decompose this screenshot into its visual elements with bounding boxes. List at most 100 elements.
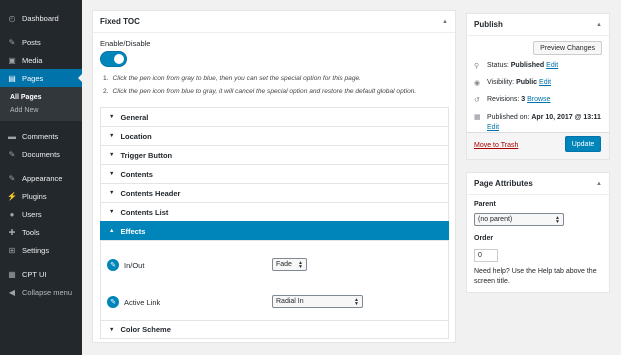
parent-label: Parent [474, 201, 496, 208]
section-title: General [120, 112, 149, 122]
attributes-header[interactable]: Page Attributes ▲ [467, 173, 609, 195]
status-row: ⚲ Status: Published Edit [474, 62, 558, 70]
revisions-label: Revisions: [487, 96, 520, 103]
sidebar-item-appearance[interactable]: ✎ Appearance [0, 169, 82, 187]
section-contents-header[interactable]: ▼ Contents Header [100, 183, 449, 202]
sidebar-item-pages[interactable]: ▤ Pages [0, 69, 82, 87]
section-general[interactable]: ▼ General [100, 107, 449, 126]
section-location[interactable]: ▼ Location [100, 126, 449, 145]
visibility-row: ◉ Visibility: Public Edit [474, 79, 551, 87]
fixed-toc-metabox: Fixed TOC ▲ Enable/Disable 1. Click the p… [92, 10, 456, 343]
section-title: Location [120, 131, 152, 141]
tip-number: 1. [103, 75, 109, 82]
pen-icon[interactable]: ✎ [107, 296, 119, 308]
tips-list: 1. Click the pen icon from gray to blue, … [103, 72, 448, 98]
sidebar-item-label: Media [22, 55, 43, 65]
browse-revisions-link[interactable]: Browse [527, 96, 550, 103]
sidebar-item-cpt-ui[interactable]: ▦ CPT UI [0, 265, 82, 283]
section-effects[interactable]: ▲ Effects [100, 221, 449, 240]
sidebar-item-media[interactable]: ▣ Media [0, 51, 82, 69]
sidebar-item-label: Dashboard [22, 13, 59, 23]
attributes-title: Page Attributes [474, 179, 533, 188]
pin-icon: ✎ [8, 37, 16, 47]
section-contents[interactable]: ▼ Contents [100, 164, 449, 183]
sidebar-item-dashboard[interactable]: ◴ Dashboard [0, 9, 82, 27]
sidebar-item-label: Appearance [22, 173, 63, 183]
sidebar-item-label: CPT UI [22, 269, 47, 279]
collapse-caret-icon[interactable]: ▲ [596, 181, 602, 187]
tip-text: Click the pen icon from blue to gray, it… [112, 88, 417, 95]
published-date: Apr 10, 2017 @ 13:11 [531, 114, 601, 121]
collapse-caret-icon[interactable]: ▲ [442, 19, 448, 25]
move-to-trash-link[interactable]: Move to Trash [474, 142, 518, 149]
publish-actions: Move to Trash Update [467, 132, 609, 159]
active-link-field: ✎ Active Link [107, 296, 160, 308]
sidebar-item-label: Comments [22, 131, 59, 141]
section-trigger-button[interactable]: ▼ Trigger Button [100, 145, 449, 164]
section-contents-list[interactable]: ▼ Contents List [100, 202, 449, 221]
caret-down-icon: ▼ [109, 114, 115, 120]
select-arrows-icon: ▲ ▼ [298, 259, 303, 270]
caret-down-icon: ▼ [109, 190, 115, 196]
submenu-all-pages[interactable]: All Pages [0, 91, 82, 104]
sidebar-item-users[interactable]: ● Users [0, 205, 82, 223]
cptui-icon: ▦ [8, 269, 16, 279]
pin-icon: ⚲ [474, 63, 480, 70]
collapse-caret-icon[interactable]: ▲ [596, 22, 602, 28]
select-arrows-icon: ▲ ▼ [555, 214, 560, 225]
publish-header[interactable]: Publish ▲ [467, 14, 609, 36]
tip-item: 2. Click the pen icon from blue to gray, … [103, 85, 448, 98]
enable-disable-label: Enable/Disable [100, 39, 151, 48]
caret-down-icon: ▼ [109, 209, 115, 215]
in-out-select[interactable]: Fade ▲ ▼ [272, 258, 307, 271]
sidebar-item-documents[interactable]: ✎ Documents [0, 145, 82, 163]
sidebar-item-plugins[interactable]: ⚡ Plugins [0, 187, 82, 205]
pages-icon: ▤ [8, 73, 16, 83]
section-color-scheme[interactable]: ▼ Color Scheme [100, 320, 449, 339]
section-title: Contents Header [120, 188, 181, 198]
comment-icon: ▬ [8, 131, 16, 141]
history-icon: ↺ [474, 97, 480, 104]
sidebar-item-tools[interactable]: ✚ Tools [0, 223, 82, 241]
update-button[interactable]: Update [565, 136, 601, 152]
sidebar-item-label: Users [22, 209, 42, 219]
plugins-icon: ⚡ [7, 191, 17, 201]
caret-up-icon: ▲ [109, 228, 115, 234]
section-title: Contents [120, 169, 153, 179]
pages-submenu: All Pages Add New [0, 87, 82, 121]
revisions-row: ↺ Revisions: 3 Browse [474, 96, 550, 104]
metabox-header[interactable]: Fixed TOC ▲ [93, 11, 455, 33]
admin-sidebar: ◴ Dashboard ✎ Posts ▣ Media ▤ Pages All … [0, 0, 82, 355]
active-link-label: Active Link [124, 297, 161, 307]
sidebar-item-settings[interactable]: ⊞ Settings [0, 241, 82, 259]
status-label: Status: [487, 62, 509, 69]
collapse-menu-button[interactable]: ◀ Collapse menu [0, 283, 82, 301]
dashboard-icon: ◴ [8, 13, 16, 23]
submenu-add-new[interactable]: Add New [0, 104, 82, 117]
collapse-icon: ◀ [8, 287, 16, 297]
revisions-count: 3 [521, 96, 526, 103]
sidebar-item-label: Plugins [22, 191, 47, 201]
tip-number: 2. [103, 88, 109, 95]
tools-icon: ✚ [8, 227, 16, 237]
edit-date-link[interactable]: Edit [487, 124, 499, 131]
pen-icon[interactable]: ✎ [107, 259, 119, 271]
edit-visibility-link[interactable]: Edit [539, 79, 551, 86]
sidebar-item-posts[interactable]: ✎ Posts [0, 33, 82, 51]
order-input[interactable]: 0 [474, 249, 498, 262]
in-out-label: In/Out [124, 260, 145, 270]
sidebar-item-label: Posts [22, 37, 41, 47]
settings-sections: ▼ General ▼ Location ▼ Trigger Button ▼ Cont… [100, 107, 449, 339]
enable-toggle[interactable] [100, 51, 127, 67]
select-arrows-icon: ▲ ▼ [354, 296, 359, 307]
sidebar-item-comments[interactable]: ▬ Comments [0, 127, 82, 145]
preview-changes-button[interactable]: Preview Changes [533, 41, 602, 55]
active-link-select[interactable]: Radial In ▲ ▼ [272, 295, 363, 308]
select-value: Radial In [276, 298, 304, 305]
appearance-icon: ✎ [8, 173, 16, 183]
caret-down-icon: ▼ [109, 133, 115, 139]
parent-select[interactable]: (no parent) ▲ ▼ [474, 213, 564, 226]
sidebar-item-label: Collapse menu [22, 287, 73, 297]
edit-status-link[interactable]: Edit [546, 62, 558, 69]
in-out-field: ✎ In/Out [107, 259, 144, 271]
